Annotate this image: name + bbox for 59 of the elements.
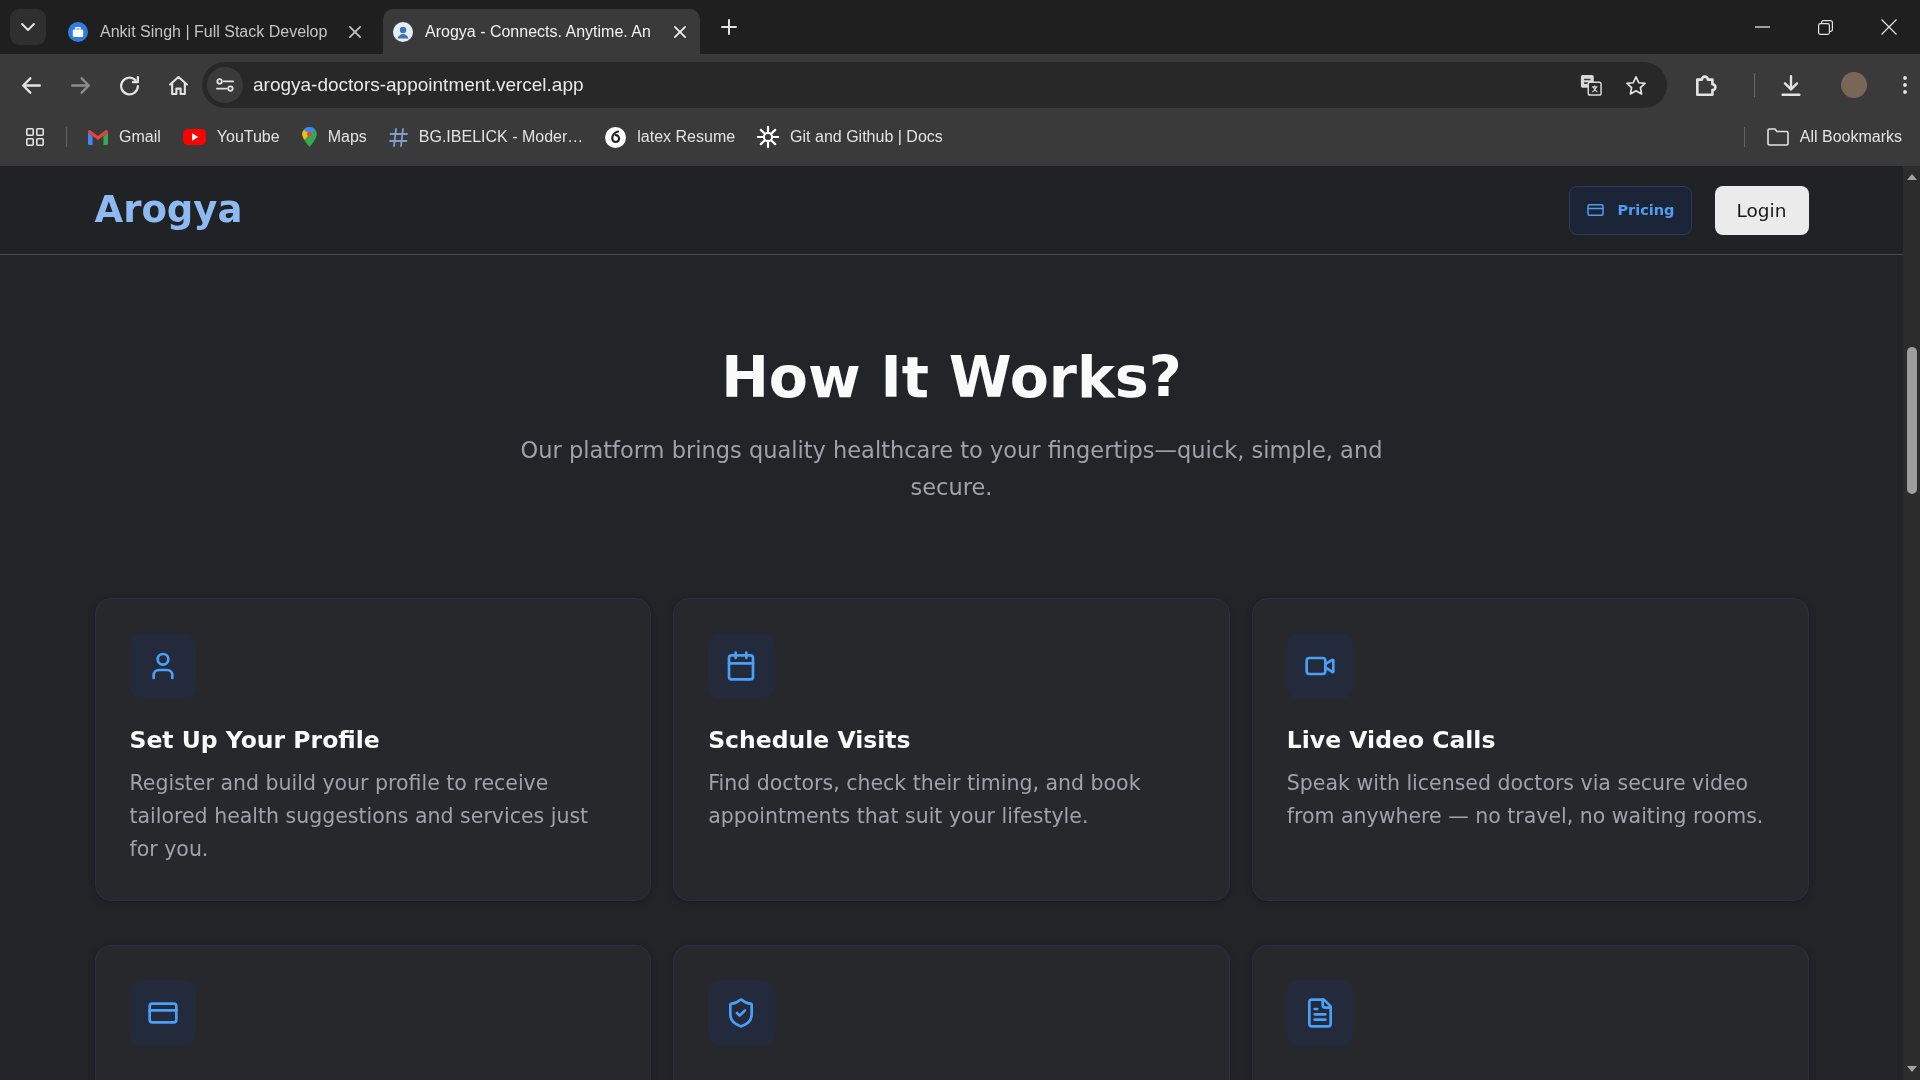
plus-icon[interactable] — [721, 19, 737, 35]
page-subtitle: Our platform brings quality healthcare to your fingertips—quick, simple, and secure. — [519, 436, 1384, 502]
video-camera-icon — [1286, 633, 1353, 699]
browser-tab[interactable]: Arogya - Connects. Anytime. An — [383, 9, 700, 54]
bookmark-item[interactable]: Gmail — [88, 128, 161, 146]
puzzle-icon[interactable] — [1695, 74, 1717, 96]
gear-icon — [757, 126, 780, 148]
translate-icon[interactable] — [1580, 74, 1602, 96]
map-pin-icon — [301, 127, 317, 147]
url-text: arogya-doctors-appointment.vercel.app — [253, 74, 584, 96]
credit-card-icon — [129, 980, 196, 1046]
card-title: Schedule Visits — [708, 725, 912, 756]
address-bar[interactable]: arogya-doctors-appointment.vercel.app — [202, 62, 1667, 108]
chevron-down-icon — [21, 23, 35, 31]
card-description: Speak with licensed doctors via secure video from anywhere — no travel, no waiting rooms. — [1286, 770, 1765, 830]
play-icon — [182, 129, 206, 145]
tab-search-button[interactable] — [10, 9, 46, 45]
briefcase-icon — [68, 21, 88, 42]
site-info-button[interactable] — [207, 67, 243, 103]
bookmark-item[interactable]: Git and Github | Docs — [757, 126, 943, 148]
document-icon — [1286, 980, 1353, 1046]
bookmark-item[interactable]: Maps — [301, 127, 367, 147]
page-title: How It Works? — [721, 343, 1182, 411]
close-icon[interactable] — [349, 25, 361, 38]
restore-icon[interactable] — [1818, 19, 1833, 35]
scroll-up-icon[interactable] — [1906, 174, 1917, 180]
scroll-down-icon[interactable] — [1906, 1066, 1917, 1072]
swirl-icon — [605, 126, 627, 148]
hash-icon — [388, 127, 408, 147]
star-icon[interactable] — [1626, 75, 1646, 95]
pricing-button[interactable]: Pricing — [1569, 185, 1692, 235]
browser-tab[interactable]: Ankit Singh | Full Stack Develop — [58, 9, 375, 54]
brand-name[interactable]: Arogya — [94, 187, 243, 233]
scrollbar-thumb[interactable] — [1906, 347, 1917, 494]
shield-check-icon — [708, 980, 775, 1046]
login-button[interactable]: Login — [1714, 185, 1809, 235]
arrow-right-icon[interactable] — [70, 76, 90, 94]
credit-card-icon — [1587, 204, 1605, 216]
arrow-left-icon[interactable] — [21, 76, 41, 94]
download-icon[interactable] — [1781, 74, 1801, 96]
card-title: Live Video Calls — [1286, 725, 1497, 756]
sliders-icon — [216, 78, 234, 92]
close-icon[interactable] — [1880, 19, 1897, 35]
mail-icon — [88, 129, 108, 145]
calendar-icon — [708, 633, 775, 699]
bookmark-item[interactable]: YouTube — [182, 128, 280, 146]
user-icon — [129, 633, 196, 699]
card-description: Find doctors, check their timing, and book appointments that suit your lifestyle. — [708, 770, 1142, 830]
reload-icon[interactable] — [119, 75, 139, 95]
card-title: Set Up Your Profile — [129, 725, 381, 756]
bookmark-item[interactable]: BG.IBELICK - Moder… — [388, 127, 584, 147]
menu-icon[interactable] — [1903, 76, 1907, 94]
bookmark-item[interactable]: latex Resume — [605, 126, 736, 148]
site-logo-icon — [393, 21, 413, 42]
folder-icon — [1766, 128, 1789, 146]
card-description: Register and build your profile to receive tailored health suggestions and services just for you. — [129, 770, 590, 863]
apps-grid-icon[interactable] — [26, 128, 44, 146]
home-icon[interactable] — [168, 75, 188, 95]
all-bookmarks-button[interactable]: All Bookmarks — [1766, 128, 1902, 146]
